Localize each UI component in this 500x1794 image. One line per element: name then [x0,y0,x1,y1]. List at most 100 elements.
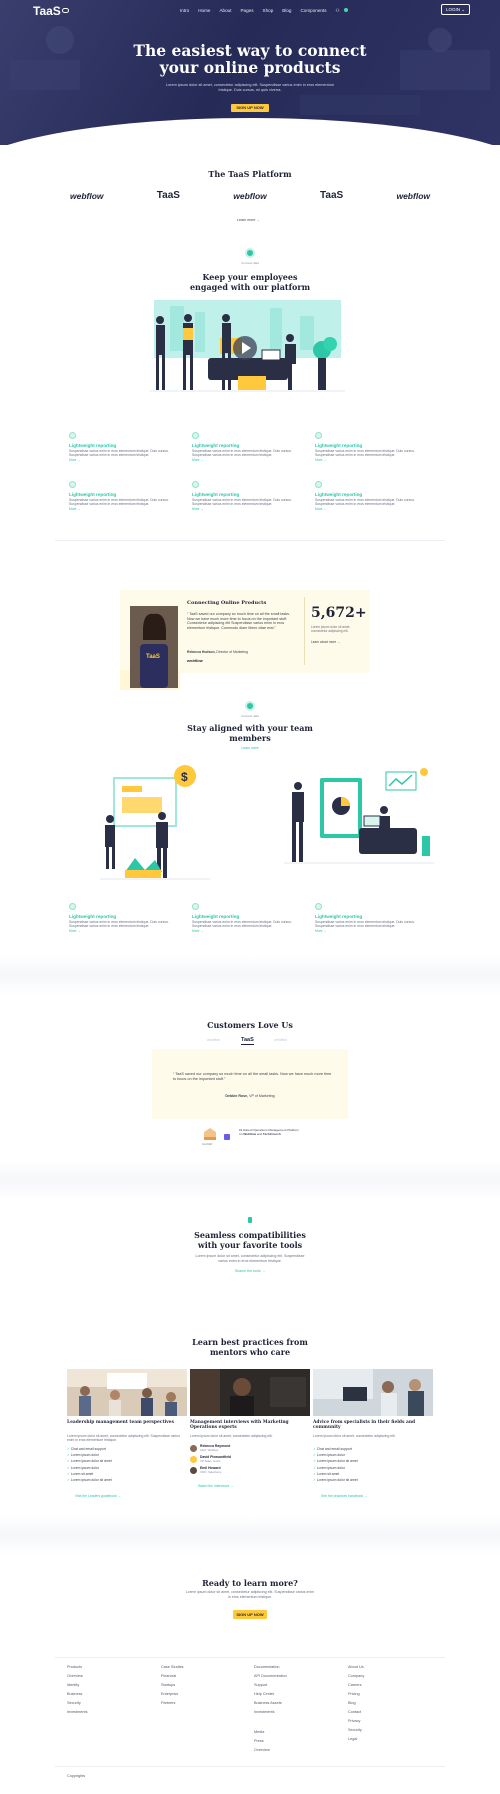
feature-more-link[interactable]: More → [192,458,297,462]
mentor-card-3-text: Lorem ipsum dolor sit amet, consectetur … [313,1434,396,1438]
footer-link[interactable]: Privacy [348,1719,364,1723]
report-icon [69,432,76,439]
footer-link[interactable]: Investments [254,1710,287,1714]
footer-link[interactable]: Contact [348,1710,364,1714]
engaged-feature-1: Lightweight reporting Suspendisse varius… [69,432,174,462]
footer-link[interactable]: Startups [161,1683,184,1687]
cta-signup-button[interactable]: SIGN UP NOW [233,1610,267,1619]
feature-text: Suspendisse varius enim in eros elementu… [315,920,415,928]
nav-link-components[interactable]: Components [300,8,326,14]
taas-logo: TaaS [156,190,180,201]
footer-link[interactable]: Pricing [348,1692,364,1696]
feature-more-link[interactable]: More → [192,507,297,511]
customer-author-line: Debbie Rose, VP of Marketing [0,1094,500,1098]
feature-more-link[interactable]: More → [192,929,297,933]
nav-link-home[interactable]: Home [198,8,210,14]
mentor-card-3-title: Advice from specialists in their fields … [313,1420,416,1431]
stat-link[interactable]: Learn about more → [311,640,340,644]
tools-text: Lorem ipsum dolor sit amet, consectetur … [195,1254,305,1263]
check-icon: ✓ [67,1465,70,1470]
footer-divider [55,1657,445,1658]
plug-icon [248,1217,252,1223]
footer-link[interactable]: Financial [161,1674,184,1678]
footer-link[interactable]: Security [348,1728,364,1732]
avatar [190,1444,197,1452]
mentor-card-1-title: Leadership management team perspectives [67,1420,174,1425]
testimonial-role: Director of Marketing [216,650,248,654]
aligned-feature-3: Lightweight reporting Suspendisse varius… [315,903,420,933]
footer-link[interactable]: Careers [348,1683,364,1687]
award-brand-icon [224,1134,230,1140]
nav-link-shop[interactable]: Shop [263,8,274,14]
nav-link-about[interactable]: About [219,8,231,14]
check-icon: ✓ [313,1453,316,1458]
feature-text: Suspendisse varius enim in eros elementu… [192,449,292,457]
feature-more-link[interactable]: More → [315,929,420,933]
footer-link[interactable]: Media [254,1730,287,1734]
feature-more-link[interactable]: More → [69,929,174,933]
footer-link[interactable]: Enterprise [161,1692,184,1696]
footer-bottom-divider [55,1766,445,1767]
footer-link[interactable]: Security [67,1701,87,1705]
check-icon: ✓ [313,1478,316,1483]
webflow-logo: webflow [70,190,104,201]
feature-more-link[interactable]: More → [315,458,420,462]
feature-more-link[interactable]: More → [315,507,420,511]
report-icon [315,481,322,488]
footer-link[interactable]: Business [67,1692,87,1696]
mentor-card-1-link[interactable]: Visit the Leaders guidebook → [75,1494,121,1498]
nav-link-pages[interactable]: Pages [240,8,253,14]
hero-title-line1: The easiest way to connect [133,41,367,60]
mentor-card-2-people: Rebecca Raymond CEO, Webflow David Pleasa… [190,1444,231,1474]
footer-heading: Products [67,1665,82,1669]
check-icon: ✓ [67,1447,70,1451]
feature-text: Suspendisse varius enim in eros elementu… [315,449,415,457]
login-button[interactable]: LOGIN ⌄ [441,4,470,15]
footer-link[interactable]: Support [254,1683,287,1687]
tools-link[interactable]: Search the tools → [0,1269,500,1273]
footer-col-cases: Case Studies Financial Startups Enterpri… [161,1665,184,1710]
cart-icon[interactable]: ⚇ [336,8,340,14]
report-icon [69,903,76,910]
aligned-link[interactable]: Learn more [0,746,500,750]
nav-link-intro[interactable]: Intro [180,8,189,14]
mentor-card-3-link[interactable]: See the practices handbook → [321,1494,367,1498]
footer-link[interactable]: Legal [348,1737,364,1741]
footer-link[interactable]: Overview [67,1674,87,1678]
webflow-logo: webflow [233,190,267,201]
footer-link[interactable]: Business Assets [254,1701,287,1705]
aligned-feature-1: Lightweight reporting Suspendisse varius… [69,903,174,933]
hero-signup-button[interactable]: SIGN UP NOW [231,104,269,112]
feature-more-link[interactable]: More → [69,458,174,462]
customer-tab-taas[interactable]: TaaS [241,1037,254,1045]
engaged-title-line2: engaged with our platform [189,282,311,292]
footer-link[interactable]: Help Center [254,1692,287,1696]
footer-link[interactable]: API Documentation [254,1674,287,1678]
check-icon: ✓ [313,1447,316,1451]
feature-more-link[interactable]: More → [69,507,174,511]
section-divider [55,540,445,541]
footer-link[interactable]: Identity [67,1683,87,1687]
cta-text: Lorem ipsum dolor sit amet, consectetur … [185,1590,315,1599]
list-item: Emil Howard CMO, Salesforce [190,1466,231,1474]
platform-learn-more-link[interactable]: Learn more → [237,218,260,222]
footer-link[interactable]: Partners [161,1701,184,1705]
footer-link[interactable]: Press [254,1739,287,1743]
customer-tab-webflow[interactable]: webflow [274,1038,287,1042]
footer-link[interactable]: Company [348,1674,364,1678]
mentor-card-2-link[interactable]: Watch the interviews → [198,1484,234,1488]
footer-link[interactable]: Investments [67,1710,87,1714]
brand-logo[interactable]: TaaS [33,4,69,18]
feature-title: Lightweight reporting [192,443,240,448]
footer-link[interactable]: Overview [254,1748,287,1752]
footer-link[interactable]: Blog [348,1701,364,1705]
feature-title: Lightweight reporting [315,914,363,919]
team-illustration [150,300,345,392]
hero-text: Lorem ipsum dolor sit amet, consectetur … [166,83,334,92]
cart-count-badge [343,8,348,12]
customer-tab-webflow[interactable]: webflow [207,1038,220,1042]
feature-title: Lightweight reporting [69,492,117,497]
nav-link-blog[interactable]: Blog [282,8,291,14]
report-icon [192,903,199,910]
mentor-card-1-bullets: ✓ Chat and email support ✓ Lorem ipsum d… [67,1446,112,1483]
